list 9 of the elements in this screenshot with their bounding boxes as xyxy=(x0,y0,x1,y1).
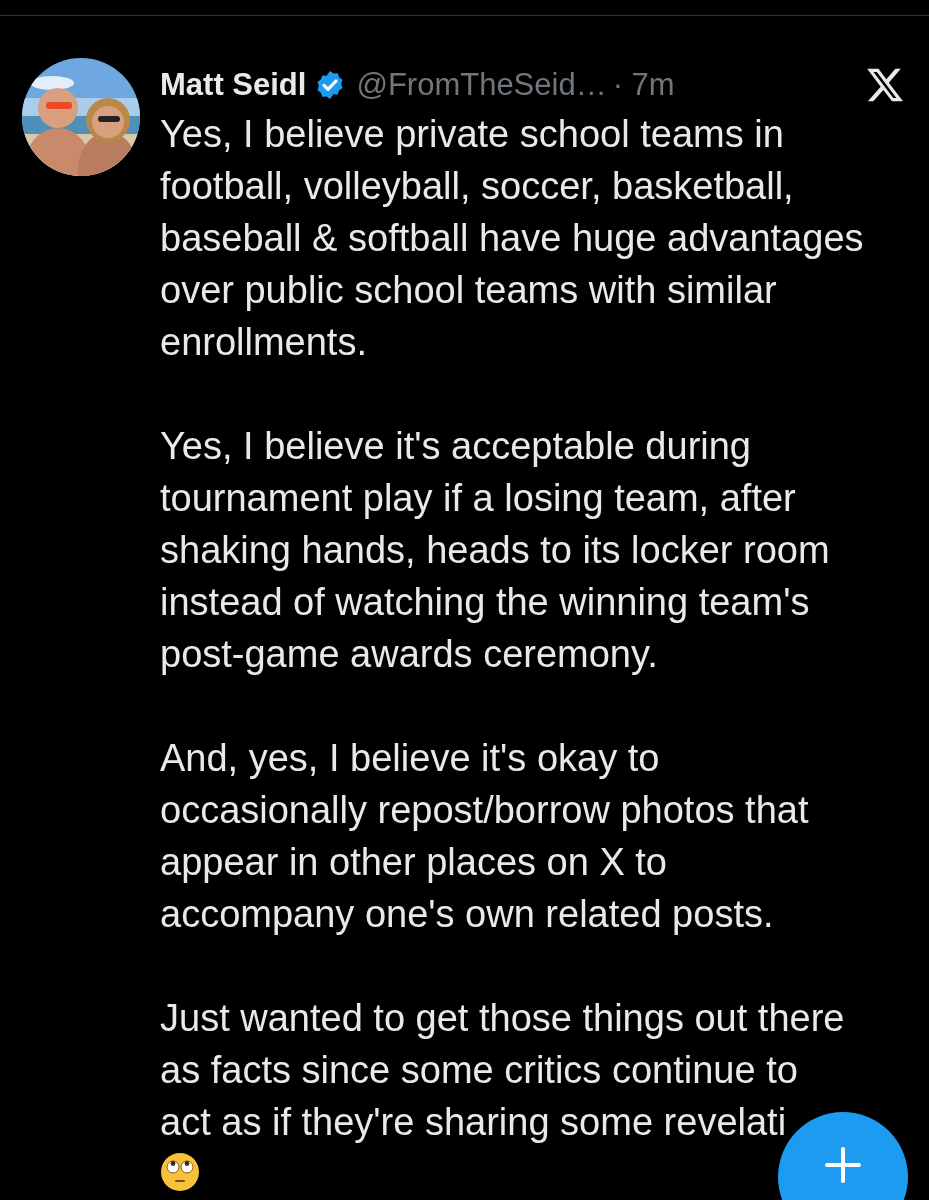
post-paragraph: Yes, I believe it's acceptable during tournament play if a losing team, after shaking hands, heads to its locker room instead of watching the winning team's post-game awards ceremony. xyxy=(160,424,831,677)
post-time: · 7m xyxy=(612,67,675,103)
author-handle[interactable]: @FromTheSeid… xyxy=(356,67,607,103)
eye-roll-emoji-icon xyxy=(160,1152,200,1192)
post-paragraph: Yes, I believe private school teams in football, volleyball, soccer, basketball, baseball & softball have huge advantages over public school teams with similar enrollments. xyxy=(160,112,865,365)
post-paragraph: Just wanted to get those things out there as facts since some critics continue to act as if they're sharing some revelati xyxy=(160,996,846,1145)
author-name[interactable]: Matt Seidl xyxy=(160,67,307,103)
plus-icon xyxy=(823,1145,863,1185)
post-paragraph: And, yes, I believe it's okay to occasionally repost/borrow photos that appear in other places on X to accompany one's own related posts. xyxy=(160,736,810,937)
